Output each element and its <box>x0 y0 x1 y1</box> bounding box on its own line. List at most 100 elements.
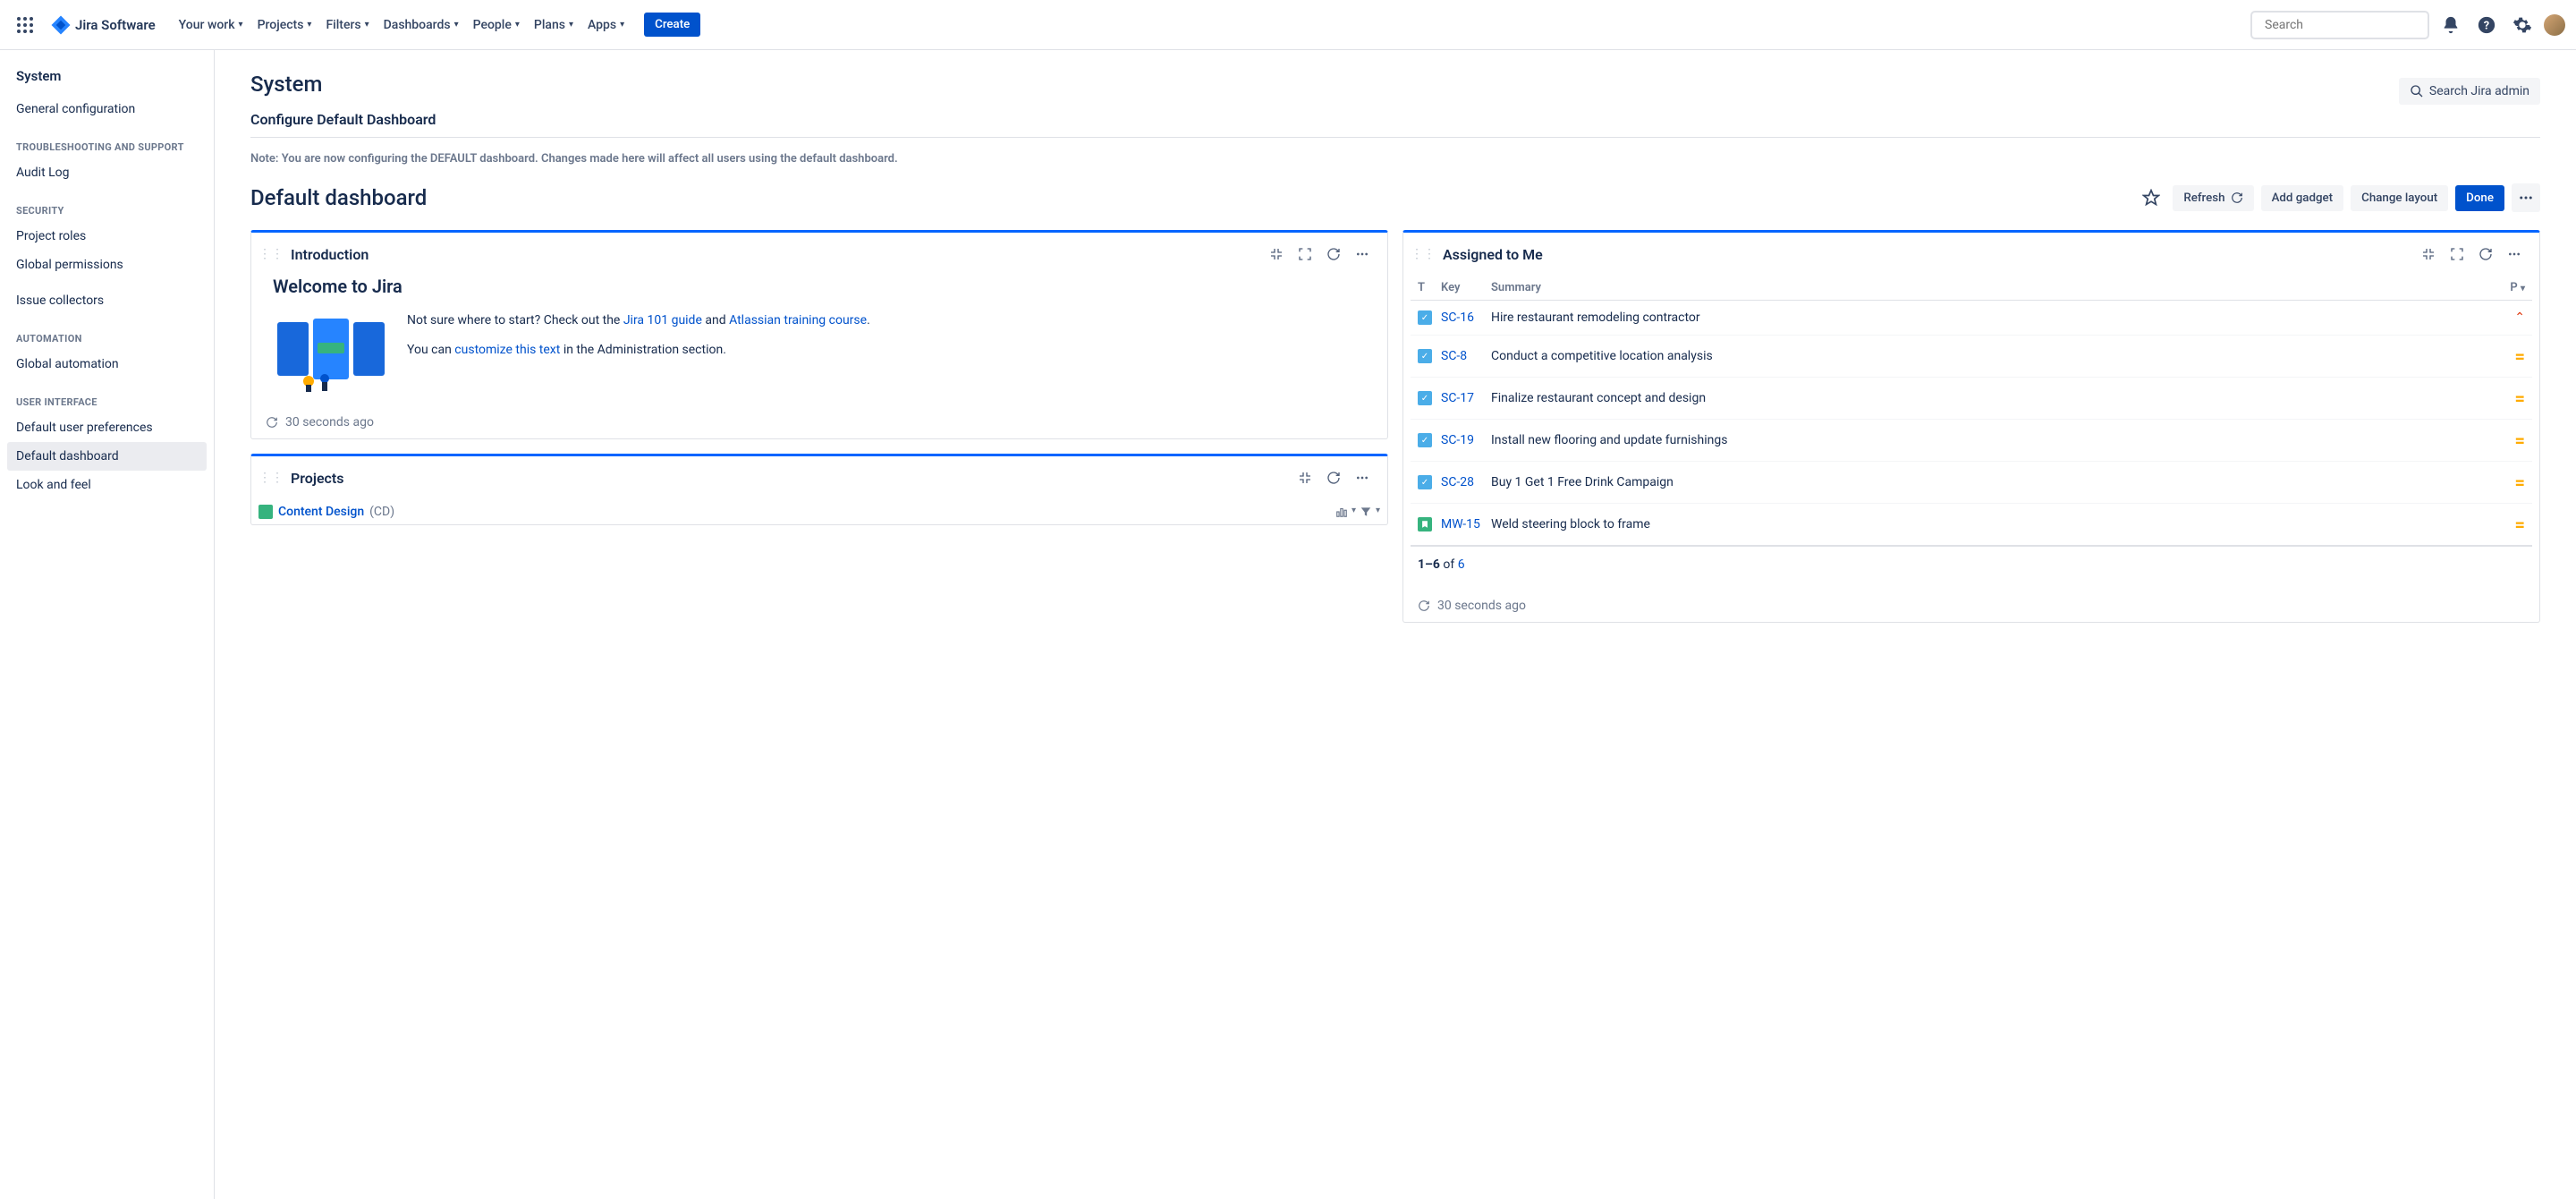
col-summary[interactable]: Summary <box>1491 281 2498 294</box>
link-training-course[interactable]: Atlassian training course <box>729 313 867 327</box>
table-row[interactable]: ✓SC-17Finalize restaurant concept and de… <box>1411 378 2532 420</box>
nav-people[interactable]: People▾ <box>468 13 525 38</box>
minimize-icon[interactable] <box>1294 467 1316 489</box>
sidebar-item-look-and-feel[interactable]: Look and feel <box>7 471 207 499</box>
admin-search-button[interactable]: Search Jira admin <box>2399 78 2540 105</box>
nav-items: Your work▾ Projects▾ Filters▾ Dashboards… <box>174 13 630 38</box>
issue-key[interactable]: SC-16 <box>1441 310 1474 325</box>
nav-apps[interactable]: Apps▾ <box>582 13 630 38</box>
help-icon[interactable]: ? <box>2472 11 2501 39</box>
refresh-icon <box>2231 191 2243 204</box>
refresh-button[interactable]: Refresh <box>2173 185 2253 211</box>
gadget-assigned-to-me: ⋮⋮ Assigned to Me T Key Summary P ▾ <box>1402 230 2540 623</box>
priority-high-icon: ⌃ <box>2514 310 2525 325</box>
search-box[interactable] <box>2250 11 2429 39</box>
chevron-down-icon: ▾ <box>239 20 243 30</box>
col-key[interactable]: Key <box>1441 281 1491 294</box>
maximize-icon[interactable] <box>1294 243 1316 265</box>
link-jira-101[interactable]: Jira 101 guide <box>623 313 702 327</box>
issue-summary: Conduct a competitive location analysis <box>1491 349 1713 363</box>
nav-dashboards[interactable]: Dashboards▾ <box>378 13 464 38</box>
more-icon[interactable] <box>2504 243 2525 265</box>
more-icon[interactable] <box>1352 467 1373 489</box>
minimize-icon[interactable] <box>2418 243 2439 265</box>
add-gadget-button[interactable]: Add gadget <box>2261 185 2344 211</box>
sidebar-item-project-roles[interactable]: Project roles <box>7 222 207 251</box>
change-layout-button[interactable]: Change layout <box>2351 185 2448 211</box>
pagination-total-link[interactable]: 6 <box>1458 557 1465 572</box>
drag-handle-icon[interactable]: ⋮⋮ <box>258 247 284 261</box>
sidebar-item-audit-log[interactable]: Audit Log <box>7 158 207 187</box>
priority-medium-icon: = <box>2515 345 2525 367</box>
refresh-icon[interactable] <box>1323 467 1344 489</box>
avatar[interactable] <box>2544 14 2565 36</box>
config-note: Note: You are now configuring the DEFAUL… <box>250 152 2540 166</box>
sidebar-item-global-permissions[interactable]: Global permissions <box>7 251 207 279</box>
table-row[interactable]: ✓SC-19Install new flooring and update fu… <box>1411 420 2532 462</box>
sidebar-section-user-interface: USER INTERFACE <box>7 378 207 413</box>
star-button[interactable] <box>2137 183 2165 212</box>
chevron-down-icon: ▾ <box>569 20 573 30</box>
project-row[interactable]: Content Design (CD) ▾ ▾ <box>258 499 1380 524</box>
gadget-title: Introduction <box>291 246 1258 263</box>
refresh-icon[interactable] <box>1323 243 1344 265</box>
jira-logo[interactable]: Jira Software <box>43 14 163 36</box>
table-row[interactable]: ✓SC-16Hire restaurant remodeling contrac… <box>1411 301 2532 336</box>
link-customize-text[interactable]: customize this text <box>454 343 560 357</box>
nav-your-work[interactable]: Your work▾ <box>174 13 249 38</box>
more-icon <box>2518 190 2534 206</box>
gadget-title: Assigned to Me <box>1443 246 2411 263</box>
top-nav: Jira Software Your work▾ Projects▾ Filte… <box>0 0 2576 50</box>
nav-filters[interactable]: Filters▾ <box>320 13 374 38</box>
drag-handle-icon[interactable]: ⋮⋮ <box>258 471 284 485</box>
story-icon <box>1418 517 1432 531</box>
task-icon: ✓ <box>1418 433 1432 447</box>
app-switcher-icon[interactable] <box>11 11 39 39</box>
issue-key[interactable]: SC-28 <box>1441 475 1474 489</box>
table-row[interactable]: ✓SC-28Buy 1 Get 1 Free Drink Campaign= <box>1411 462 2532 504</box>
issue-summary: Buy 1 Get 1 Free Drink Campaign <box>1491 475 1674 489</box>
task-icon: ✓ <box>1418 349 1432 363</box>
settings-icon[interactable] <box>2508 11 2537 39</box>
issue-key[interactable]: SC-19 <box>1441 433 1474 447</box>
refresh-icon[interactable] <box>2475 243 2496 265</box>
col-priority[interactable]: P ▾ <box>2498 281 2525 294</box>
intro-line1: Not sure where to start? Check out the J… <box>407 311 1366 330</box>
chevron-down-icon: ▾ <box>515 20 520 30</box>
col-type[interactable]: T <box>1418 281 1441 294</box>
project-code: (CD) <box>369 505 394 519</box>
gadget-projects: ⋮⋮ Projects Content Design (CD) <box>250 454 1388 525</box>
minimize-icon[interactable] <box>1266 243 1287 265</box>
sidebar-item-default-user-preferences[interactable]: Default user preferences <box>7 413 207 442</box>
table-row[interactable]: ✓ SC-8 Conduct a competitive location anal… <box>1411 336 2532 378</box>
issue-key[interactable]: MW-15 <box>1441 517 1480 531</box>
gadget-introduction: ⋮⋮ Introduction Welcome to Jira <box>250 230 1388 439</box>
sidebar-item-default-dashboard[interactable]: Default dashboard <box>7 442 207 471</box>
issue-key[interactable]: SC-8 <box>1441 349 1467 363</box>
nav-plans[interactable]: Plans▾ <box>529 13 579 38</box>
chart-icon[interactable] <box>1335 506 1348 518</box>
svg-text:?: ? <box>2484 19 2489 32</box>
search-input[interactable] <box>2265 18 2424 32</box>
filter-icon[interactable] <box>1360 506 1372 518</box>
nav-projects[interactable]: Projects▾ <box>252 13 318 38</box>
issue-summary: Hire restaurant remodeling contractor <box>1491 310 1700 325</box>
issue-key[interactable]: SC-17 <box>1441 391 1474 405</box>
more-button[interactable] <box>2512 183 2540 212</box>
table-row[interactable]: MW-15Weld steering block to frame= <box>1411 504 2532 547</box>
create-button[interactable]: Create <box>644 13 700 37</box>
chevron-down-icon[interactable]: ▾ <box>1352 506 1356 518</box>
done-button[interactable]: Done <box>2455 185 2504 211</box>
notifications-icon[interactable] <box>2436 11 2465 39</box>
sidebar-item-general-configuration[interactable]: General configuration <box>7 95 207 123</box>
search-icon <box>2410 84 2424 98</box>
page-title: System <box>250 72 322 97</box>
intro-heading: Welcome to Jira <box>273 276 1366 297</box>
more-icon[interactable] <box>1352 243 1373 265</box>
sidebar-item-issue-collectors[interactable]: Issue collectors <box>7 286 207 315</box>
chevron-down-icon: ▾ <box>620 20 624 30</box>
maximize-icon[interactable] <box>2446 243 2468 265</box>
chevron-down-icon[interactable]: ▾ <box>1376 506 1380 518</box>
sidebar-item-global-automation[interactable]: Global automation <box>7 350 207 378</box>
drag-handle-icon[interactable]: ⋮⋮ <box>1411 247 1436 261</box>
